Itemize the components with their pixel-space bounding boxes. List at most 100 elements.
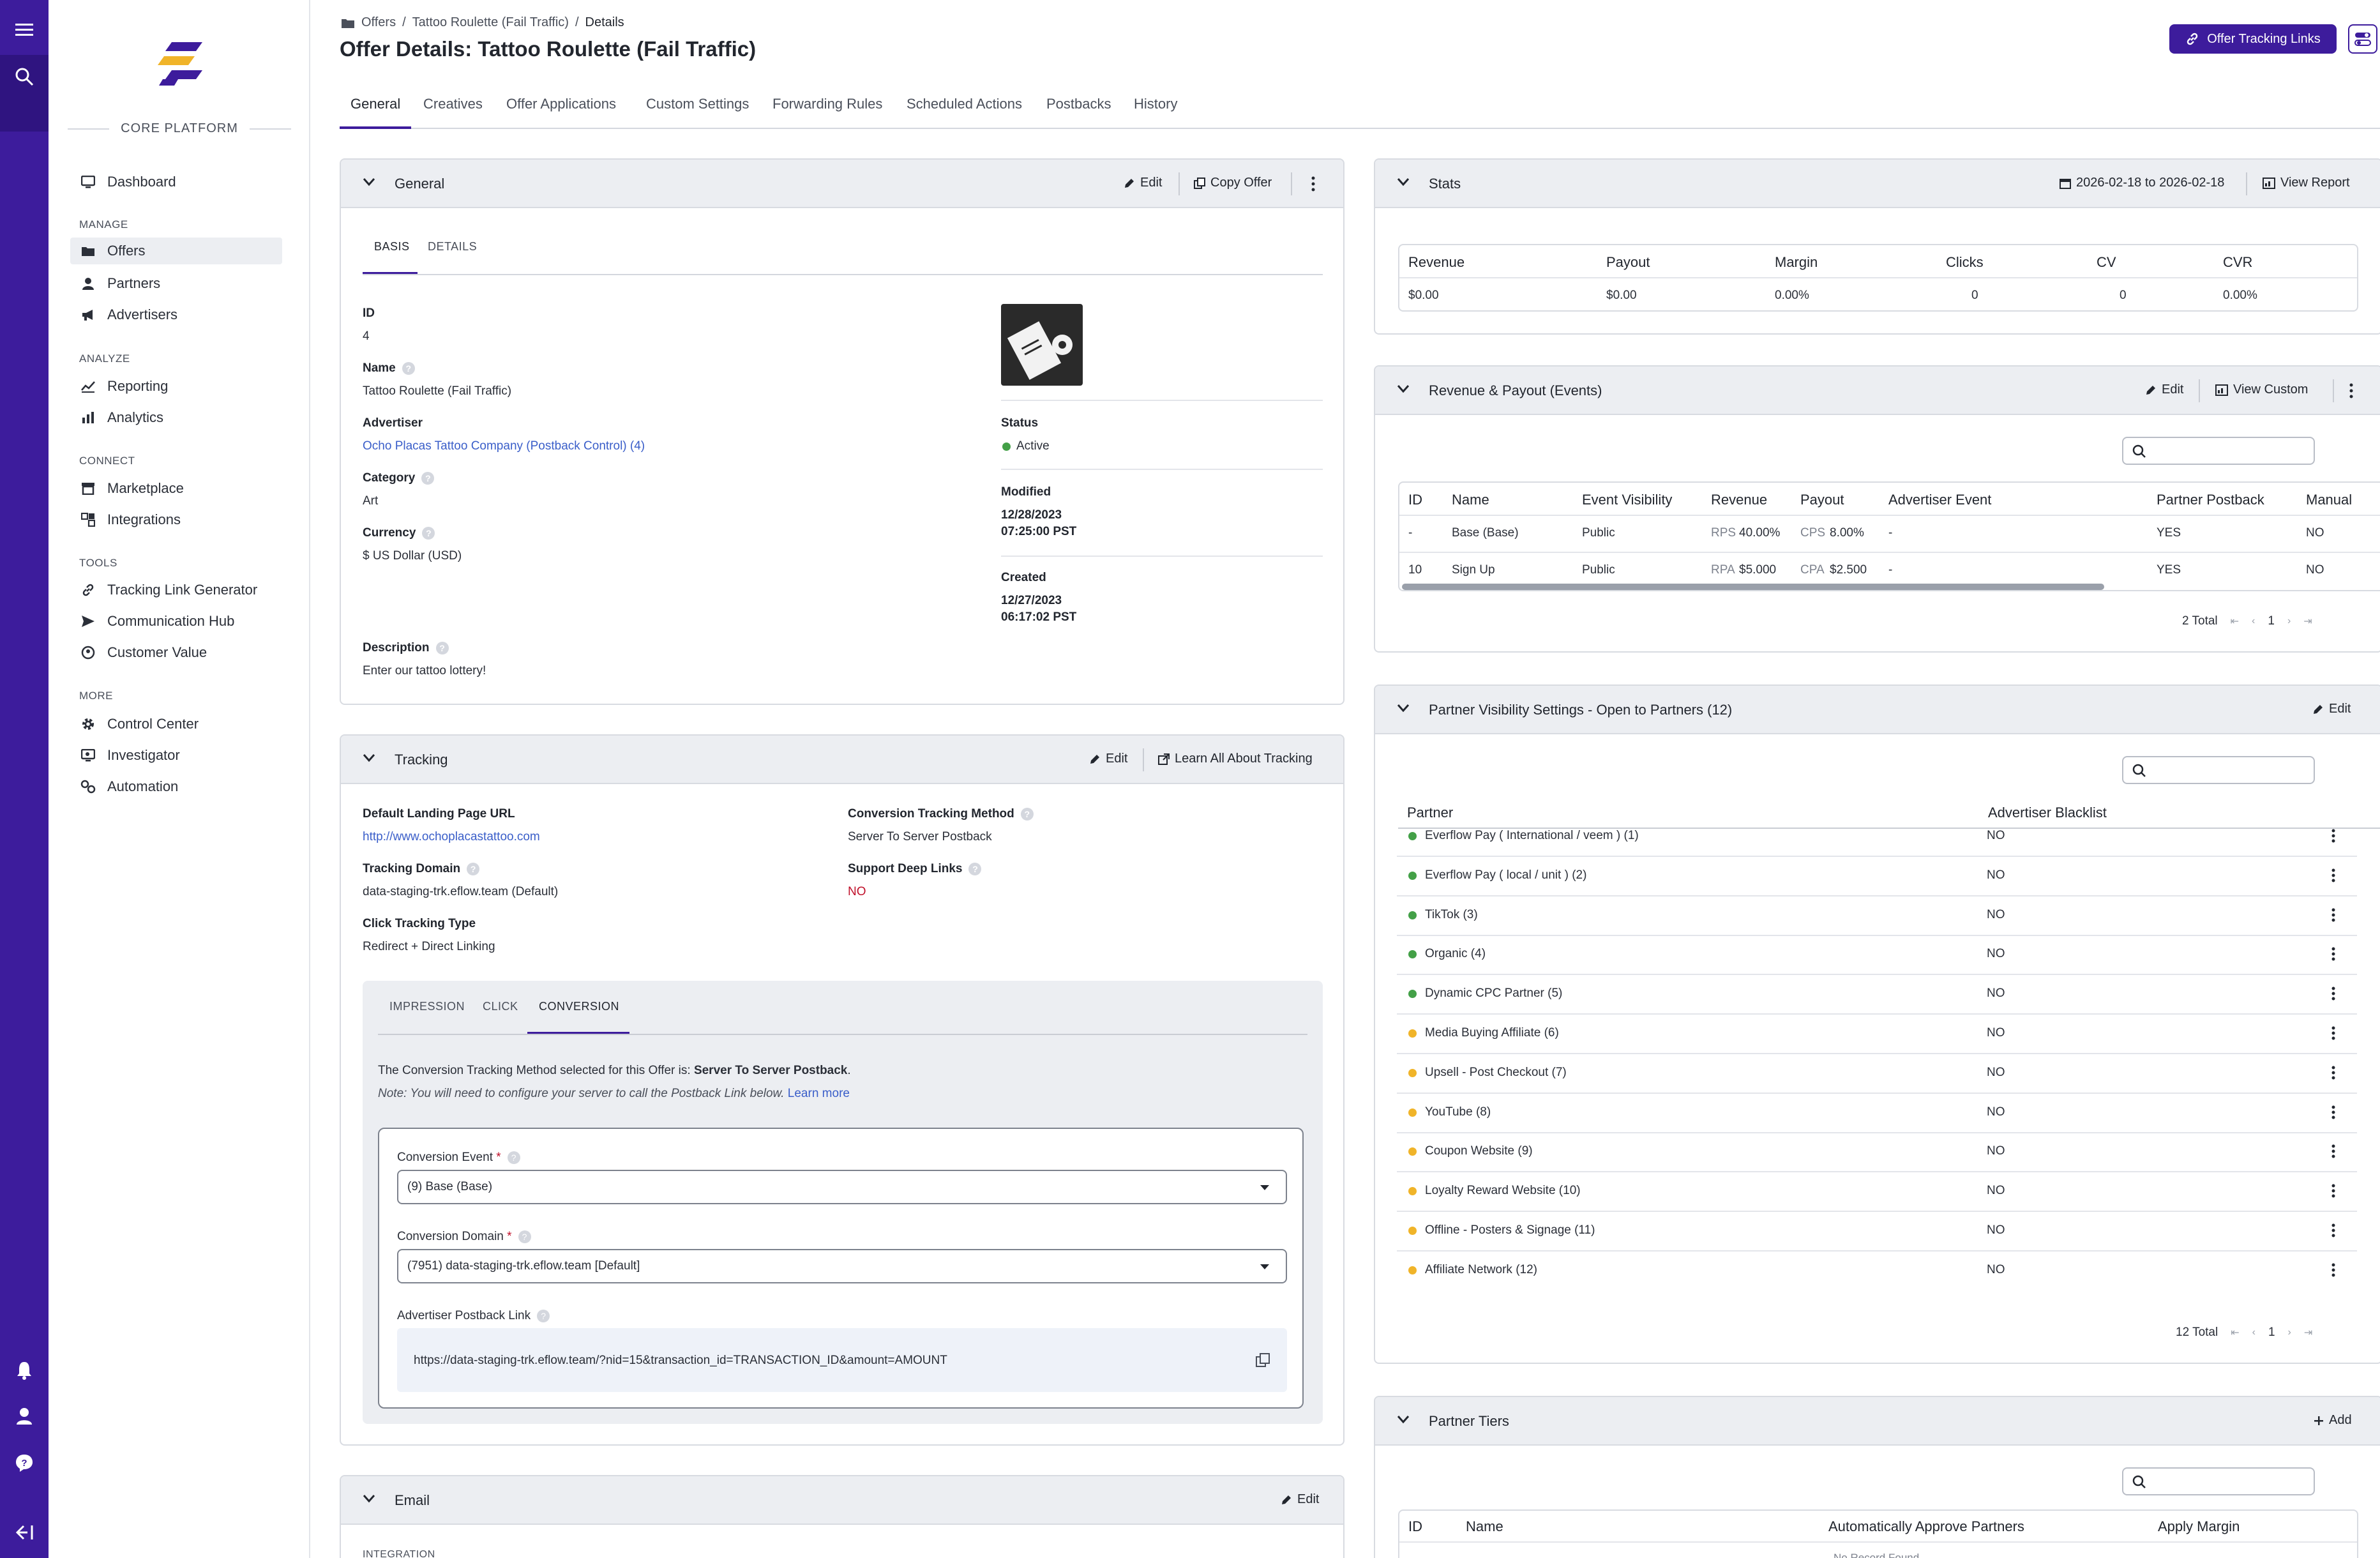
- breadcrumb-offer[interactable]: Tattoo Roulette (Fail Traffic): [412, 15, 569, 30]
- tab-offer-applications[interactable]: Offer Applications: [506, 93, 616, 129]
- partner-link[interactable]: Everflow Pay ( local / unit ) (2): [1425, 868, 1586, 882]
- partner-link[interactable]: Coupon Website (9): [1425, 1144, 1533, 1158]
- chevron-down-icon[interactable]: [1397, 384, 1410, 393]
- chevron-down-icon[interactable]: [363, 753, 375, 762]
- next-page-icon[interactable]: ›: [2288, 1327, 2291, 1338]
- sidebar-item-automation[interactable]: Automation: [70, 773, 282, 800]
- edit-button[interactable]: Edit: [1281, 1492, 1319, 1507]
- add-button[interactable]: Add: [2314, 1413, 2352, 1428]
- sidebar-item-dashboard[interactable]: Dashboard: [70, 169, 282, 195]
- chevron-down-icon[interactable]: [1397, 1415, 1410, 1424]
- postback-url[interactable]: https://data-staging-trk.eflow.team/?nid…: [414, 1354, 947, 1368]
- date-range-button[interactable]: 2026-02-18 to 2026-02-18: [2060, 176, 2224, 190]
- chevron-down-icon[interactable]: [363, 1494, 375, 1503]
- breadcrumb-offers[interactable]: Offers: [361, 15, 396, 30]
- learn-tracking-button[interactable]: Learn All About Tracking: [1158, 752, 1313, 766]
- tab-scheduled-actions[interactable]: Scheduled Actions: [907, 93, 1022, 129]
- last-page-icon[interactable]: ⇥: [2303, 615, 2312, 628]
- sidebar-item-integrations[interactable]: Integrations: [70, 506, 282, 533]
- prev-page-icon[interactable]: ‹: [2252, 616, 2255, 627]
- partner-link[interactable]: Dynamic CPC Partner (5): [1425, 987, 1562, 1001]
- tab-custom-settings[interactable]: Custom Settings: [646, 93, 749, 129]
- row-kebab-icon[interactable]: [2331, 1144, 2335, 1158]
- subtab-impression[interactable]: IMPRESSION: [389, 1000, 465, 1013]
- row-kebab-icon[interactable]: [2331, 908, 2335, 922]
- row-kebab-icon[interactable]: [2331, 1026, 2335, 1040]
- toggle-icon[interactable]: [2348, 24, 2377, 54]
- view-report-button[interactable]: View Report: [2263, 176, 2350, 190]
- row-kebab-icon[interactable]: [2331, 1066, 2335, 1080]
- search-icon[interactable]: [0, 59, 49, 95]
- row-kebab-icon[interactable]: [2331, 1263, 2335, 1277]
- partner-link[interactable]: YouTube (8): [1425, 1105, 1491, 1119]
- subtab-basis[interactable]: BASIS: [374, 240, 410, 253]
- partner-link[interactable]: Offline - Posters & Signage (11): [1425, 1223, 1595, 1237]
- conversion-event-select[interactable]: (9) Base (Base): [397, 1170, 1287, 1204]
- chevron-down-icon[interactable]: [363, 178, 375, 186]
- partner-link[interactable]: Upsell - Post Checkout (7): [1425, 1066, 1567, 1080]
- collapse-icon[interactable]: [0, 1515, 49, 1550]
- sidebar-item-partners[interactable]: Partners: [70, 270, 282, 297]
- copy-icon[interactable]: [1255, 1352, 1270, 1368]
- stats-clicks-link[interactable]: 0: [1971, 289, 1978, 303]
- tab-forwarding-rules[interactable]: Forwarding Rules: [772, 93, 882, 129]
- row-kebab-icon[interactable]: [2331, 947, 2335, 961]
- partner-link[interactable]: Organic (4): [1425, 947, 1486, 961]
- sidebar-item-communication-hub[interactable]: Communication Hub: [70, 608, 282, 635]
- subtab-conversion[interactable]: CONVERSION: [539, 1000, 619, 1013]
- edit-button[interactable]: Edit: [1124, 176, 1162, 190]
- subtab-click[interactable]: CLICK: [483, 1000, 518, 1013]
- tab-general[interactable]: General: [340, 93, 412, 129]
- sidebar-item-investigator[interactable]: Investigator: [70, 742, 282, 769]
- search-input[interactable]: [2122, 1467, 2315, 1495]
- advertiser-link[interactable]: Ocho Placas Tattoo Company (Postback Con…: [363, 439, 645, 453]
- horizontal-scrollbar[interactable]: [1402, 584, 2104, 590]
- partner-link[interactable]: Loyalty Reward Website (10): [1425, 1184, 1581, 1198]
- sidebar-item-advertisers[interactable]: Advertisers: [70, 301, 282, 328]
- partner-link[interactable]: Everflow Pay ( International / veem ) (1…: [1425, 829, 1639, 843]
- current-page[interactable]: 1: [2268, 1326, 2275, 1340]
- partner-link[interactable]: Affiliate Network (12): [1425, 1263, 1537, 1277]
- next-page-icon[interactable]: ›: [2287, 616, 2291, 627]
- sidebar-item-control-center[interactable]: Control Center: [70, 711, 282, 737]
- menu-icon[interactable]: [0, 11, 49, 47]
- kebab-menu-icon[interactable]: [2349, 383, 2353, 398]
- sidebar-item-reporting[interactable]: Reporting: [70, 373, 282, 400]
- copy-offer-button[interactable]: Copy Offer: [1194, 176, 1272, 190]
- sidebar-item-offers[interactable]: Offers: [70, 238, 282, 264]
- row-kebab-icon[interactable]: [2331, 1105, 2335, 1119]
- kebab-menu-icon[interactable]: [1311, 176, 1315, 192]
- current-page[interactable]: 1: [2268, 614, 2275, 628]
- search-input[interactable]: [2122, 437, 2315, 465]
- edit-button[interactable]: Edit: [2312, 702, 2351, 716]
- search-input[interactable]: [2122, 756, 2315, 784]
- sidebar-item-analytics[interactable]: Analytics: [70, 404, 282, 431]
- first-page-icon[interactable]: ⇤: [2231, 1326, 2239, 1339]
- row-kebab-icon[interactable]: [2331, 987, 2335, 1001]
- learn-more-link[interactable]: Learn more: [788, 1087, 850, 1100]
- sidebar-item-customer-value[interactable]: Customer Value: [70, 639, 282, 666]
- row-kebab-icon[interactable]: [2331, 868, 2335, 882]
- first-page-icon[interactable]: ⇤: [2231, 615, 2239, 628]
- partner-link[interactable]: TikTok (3): [1425, 908, 1478, 922]
- conversion-domain-select[interactable]: (7951) data-staging-trk.eflow.team [Defa…: [397, 1249, 1287, 1283]
- partner-link[interactable]: Media Buying Affiliate (6): [1425, 1026, 1559, 1040]
- sidebar-item-marketplace[interactable]: Marketplace: [70, 475, 282, 502]
- view-custom-button[interactable]: View Custom: [2215, 382, 2308, 397]
- chevron-down-icon[interactable]: [1397, 704, 1410, 713]
- bell-icon[interactable]: [0, 1352, 49, 1388]
- tab-postbacks[interactable]: Postbacks: [1046, 93, 1111, 129]
- sidebar-item-tracking-link-generator[interactable]: Tracking Link Generator: [70, 577, 282, 603]
- row-kebab-icon[interactable]: [2331, 1184, 2335, 1198]
- landing-link[interactable]: http://www.ochoplacastattoo.com: [363, 830, 540, 844]
- stats-cv-link[interactable]: 0: [2120, 289, 2127, 303]
- user-icon[interactable]: [0, 1398, 49, 1434]
- help-icon[interactable]: ?: [0, 1445, 49, 1481]
- offer-tracking-links-button[interactable]: Offer Tracking Links: [2169, 24, 2337, 54]
- subtab-details[interactable]: DETAILS: [428, 240, 477, 253]
- chevron-down-icon[interactable]: [1397, 178, 1410, 186]
- row-kebab-icon[interactable]: [2331, 829, 2335, 843]
- row-kebab-icon[interactable]: [2331, 1223, 2335, 1237]
- tab-history[interactable]: History: [1134, 93, 1177, 129]
- tab-creatives[interactable]: Creatives: [423, 93, 483, 129]
